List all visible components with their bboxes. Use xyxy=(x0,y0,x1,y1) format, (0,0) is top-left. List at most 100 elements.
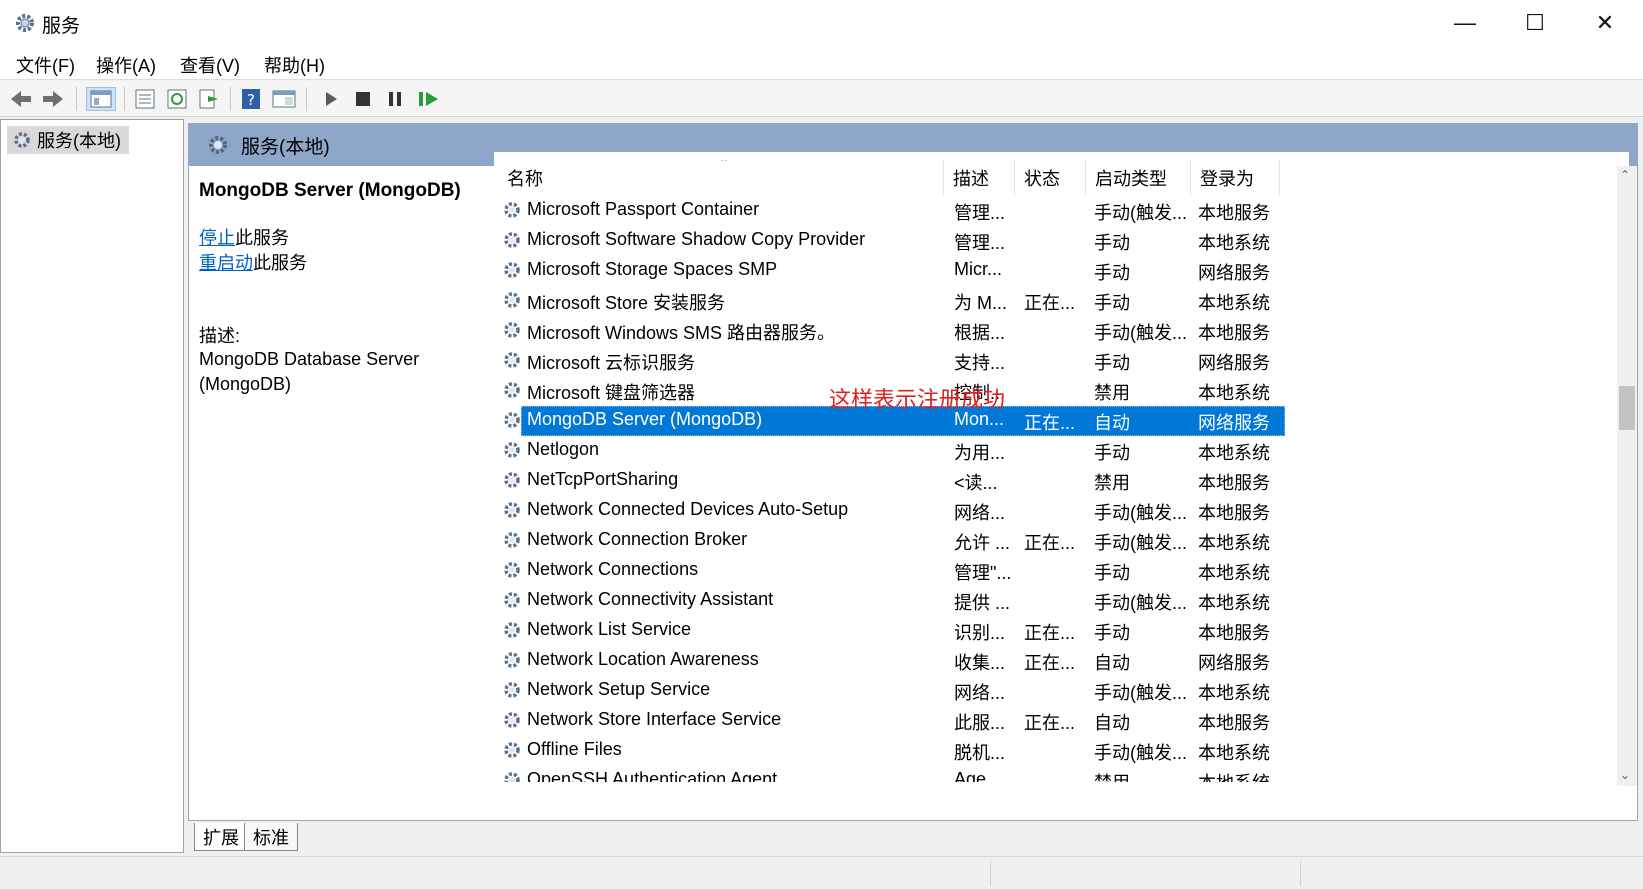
service-description: 网络... xyxy=(954,503,1006,523)
view-icon[interactable] xyxy=(270,87,298,111)
column-header-logon-as[interactable]: 登录为 xyxy=(1192,160,1280,196)
service-status: 正在... xyxy=(1024,533,1076,553)
tab-extended[interactable]: 扩展 xyxy=(194,823,248,851)
service-startup-type: 自动 xyxy=(1094,653,1130,673)
tree-item-label: 服务(本地) xyxy=(37,131,121,151)
service-startup-type: 禁用 xyxy=(1094,769,1192,782)
service-row[interactable]: Netlogon 为用... 手动 本地系统 xyxy=(499,436,1285,466)
tree-item-services-local[interactable]: 服务(本地) xyxy=(7,126,129,154)
export-icon[interactable] xyxy=(196,87,222,111)
resume-icon[interactable] xyxy=(416,87,442,111)
column-header-name[interactable]: 名称 ⌃ xyxy=(499,160,944,196)
service-row[interactable]: Network Connected Devices Auto-Setup 网络..… xyxy=(499,496,1285,526)
service-logon-as: 本地服务 xyxy=(1198,323,1270,343)
service-row[interactable]: Microsoft Software Shadow Copy Provider 管… xyxy=(499,226,1285,256)
service-row[interactable]: Network Store Interface Service 此服... 正在..… xyxy=(499,706,1285,736)
service-row[interactable]: NetTcpPortSharing <读... 禁用 本地服务 xyxy=(499,466,1285,496)
service-startup-type: 手动(触发... xyxy=(1094,323,1187,343)
service-gear-icon xyxy=(501,409,523,436)
service-description: <读... xyxy=(954,473,998,493)
service-logon-as: 本地系统 xyxy=(1198,383,1270,403)
service-row[interactable]: Network List Service 识别... 正在... 手动 本地服务 xyxy=(499,616,1285,646)
service-logon-as: 本地系统 xyxy=(1198,769,1284,782)
scroll-up-icon[interactable]: ⌃ xyxy=(1620,168,1630,182)
services-gear-icon xyxy=(12,10,38,36)
service-logon-as: 网络服务 xyxy=(1198,653,1270,673)
service-startup-type: 禁用 xyxy=(1094,473,1130,493)
service-row[interactable]: Microsoft Windows SMS 路由器服务。 根据... 手动(触发..… xyxy=(499,316,1285,346)
menu-help[interactable]: 帮助(H) xyxy=(264,52,325,78)
service-startup-type: 手动(触发... xyxy=(1094,203,1187,223)
service-description: 提供 ... xyxy=(954,593,1011,613)
help-icon[interactable]: ? xyxy=(238,87,264,111)
services-panel: 服务(本地) MongoDB Server (MongoDB) 停止此服务 重启… xyxy=(188,123,1638,821)
service-row[interactable]: Offline Files 脱机... 手动(触发... 本地系统 xyxy=(499,736,1285,766)
service-startup-type: 手动(触发... xyxy=(1094,683,1187,703)
services-list: 名称 ⌃ 描述 状态 启动类型 登录为 Microsoft Passport C… xyxy=(499,160,1617,782)
minimize-button[interactable]: — xyxy=(1430,0,1500,46)
service-row[interactable]: Network Connectivity Assistant 提供 ... 手动(触… xyxy=(499,586,1285,616)
service-row[interactable]: Microsoft Passport Container 管理... 手动(触发..… xyxy=(499,196,1285,226)
menu-bar: 文件(F) 操作(A) 查看(V) 帮助(H) xyxy=(0,46,1643,80)
service-startup-type: 手动 xyxy=(1094,293,1130,313)
vertical-scrollbar[interactable]: ⌃ ⌄ xyxy=(1617,166,1637,786)
service-row[interactable]: Microsoft Storage Spaces SMP Micr... 手动 网络服… xyxy=(499,256,1285,286)
svg-text:?: ? xyxy=(247,91,255,109)
service-name: Network Setup Service xyxy=(527,679,711,699)
menu-view[interactable]: 查看(V) xyxy=(180,52,240,78)
back-icon[interactable] xyxy=(8,87,34,111)
selected-service-name: MongoDB Server (MongoDB) xyxy=(199,180,461,201)
tab-standard[interactable]: 标准 xyxy=(244,823,298,851)
scroll-down-icon[interactable]: ⌄ xyxy=(1620,768,1630,782)
service-startup-type: 手动 xyxy=(1094,623,1130,643)
service-gear-icon xyxy=(501,289,523,316)
service-description: 识别... xyxy=(954,623,1006,643)
service-name: Network Connectivity Assistant xyxy=(527,589,774,609)
service-row[interactable]: Network Location Awareness 收集... 正在... 自动 网络… xyxy=(499,646,1285,676)
refresh-icon[interactable] xyxy=(164,87,190,111)
service-startup-type: 自动 xyxy=(1094,713,1130,733)
service-status: 正在... xyxy=(1024,713,1076,733)
maximize-button[interactable]: ☐ xyxy=(1500,0,1570,46)
pause-icon[interactable] xyxy=(384,87,406,111)
service-row[interactable]: Network Setup Service 网络... 手动(触发... 本地系统 xyxy=(499,676,1285,706)
service-row[interactable]: Microsoft 云标识服务 支持... 手动 网络服务 xyxy=(499,346,1285,376)
column-header-description[interactable]: 描述 xyxy=(945,160,1015,196)
service-name: OpenSSH Authentication Agent xyxy=(527,769,778,782)
service-name: Network Connections xyxy=(527,559,699,579)
service-name: Microsoft 云标识服务 xyxy=(527,353,696,373)
menu-file[interactable]: 文件(F) xyxy=(16,52,75,78)
restart-suffix: 此服务 xyxy=(253,253,307,273)
restart-service-link[interactable]: 重启动 xyxy=(199,253,253,273)
service-logon-as: 本地服务 xyxy=(1198,473,1270,493)
service-name: Microsoft Passport Container xyxy=(527,199,760,219)
close-button[interactable]: ✕ xyxy=(1570,0,1640,46)
service-description: Micr... xyxy=(954,259,1002,279)
service-logon-as: 网络服务 xyxy=(1198,263,1270,283)
play-icon[interactable] xyxy=(320,87,342,111)
service-startup-type: 手动 xyxy=(1094,563,1130,583)
service-startup-type: 手动(触发... xyxy=(1094,533,1187,553)
properties-icon[interactable] xyxy=(132,87,158,111)
description-pane: MongoDB Server (MongoDB) 停止此服务 重启动此服务 描述… xyxy=(189,166,497,786)
column-header-status[interactable]: 状态 xyxy=(1016,160,1086,196)
stop-icon[interactable] xyxy=(352,87,374,111)
service-name: Netlogon xyxy=(527,439,600,459)
show-tree-icon[interactable] xyxy=(86,87,116,111)
service-name: Microsoft Windows SMS 路由器服务。 xyxy=(527,323,836,343)
service-row[interactable]: OpenSSH Authentication Agent Age... 禁用本地系统 xyxy=(499,766,1285,782)
service-logon-as: 本地服务 xyxy=(1198,503,1270,523)
forward-icon[interactable] xyxy=(40,87,66,111)
service-row[interactable]: Network Connections 管理"... 手动 本地系统 xyxy=(499,556,1285,586)
toolbar: ? xyxy=(0,81,1643,117)
stop-service-link[interactable]: 停止 xyxy=(199,228,235,248)
service-row[interactable]: Microsoft Store 安装服务 为 M... 正在... 手动 本地系统 xyxy=(499,286,1285,316)
console-tree: 服务(本地) xyxy=(0,119,184,853)
view-tabs: 扩展 标准 xyxy=(190,822,1636,852)
menu-action[interactable]: 操作(A) xyxy=(96,52,156,78)
service-gear-icon xyxy=(501,469,523,496)
service-gear-icon xyxy=(501,559,523,586)
scrollbar-thumb[interactable] xyxy=(1619,386,1635,430)
column-header-startup-type[interactable]: 启动类型 xyxy=(1087,160,1191,196)
service-row[interactable]: Network Connection Broker 允许 ... 正在... 手动(触… xyxy=(499,526,1285,556)
